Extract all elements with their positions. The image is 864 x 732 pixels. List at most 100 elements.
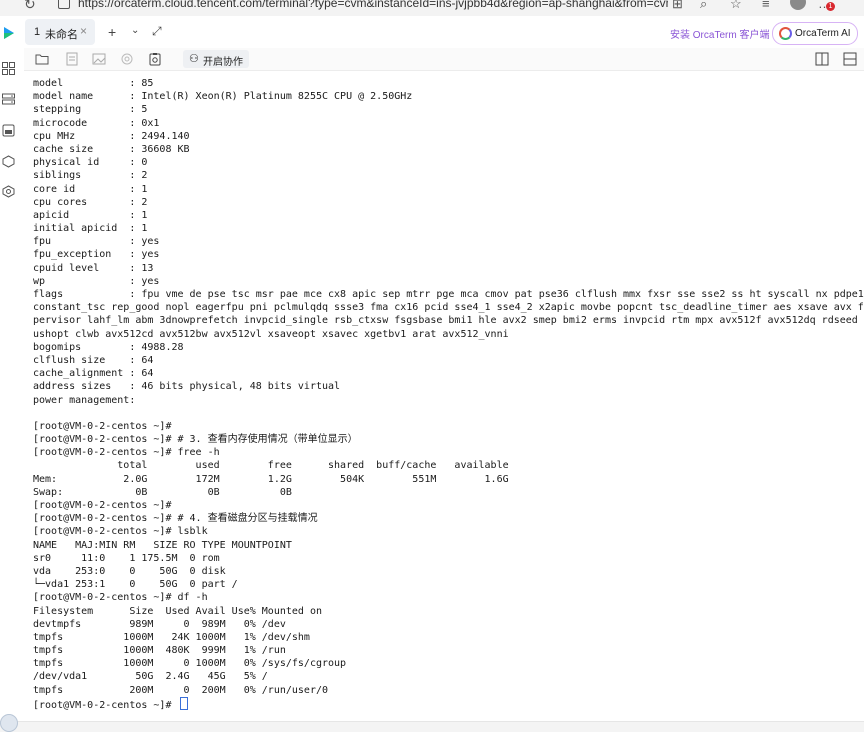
- terminal-line-text: fpu_exception : yes: [33, 249, 160, 261]
- terminal-line-text: /dev/vda1 50G 2.4G 45G 5% /: [33, 671, 268, 683]
- terminal-line-text: address sizes : 46 bits physical, 48 bit…: [33, 381, 341, 393]
- terminal-output[interactable]: model : 85 model name : Intel(R) Xeon(R) …: [24, 71, 864, 721]
- terminal-line-text: vda 253:0 0 50G 0 disk: [33, 565, 226, 577]
- close-icon[interactable]: ×: [80, 24, 87, 38]
- terminal-line: vda 253:0 0 50G 0 disk: [33, 565, 864, 578]
- folder-icon[interactable]: [35, 52, 49, 66]
- terminal-line: cpu cores : 2: [33, 196, 864, 209]
- chevron-down-icon[interactable]: ⌄: [131, 25, 139, 36]
- site-info-icon[interactable]: [58, 0, 70, 9]
- terminal-line-text: fpu : yes: [33, 236, 160, 248]
- terminal-line: devtmpfs 989M 0 989M 0% /dev: [33, 618, 864, 631]
- orcaterm-ai-button[interactable]: OrcaTerm AI: [772, 22, 858, 45]
- terminal-line-text: ushopt clwb avx512cd avx512bw avx512vl x…: [33, 328, 509, 340]
- terminal-line: bogomips : 4988.28: [33, 341, 864, 354]
- terminal-line: cpuid level : 13: [33, 262, 864, 275]
- terminal-line-text: NAME MAJ:MIN RM SIZE RO TYPE MOUNTPOINT: [33, 539, 292, 551]
- terminal-line: tmpfs 1000M 480K 999M 1% /run: [33, 644, 864, 657]
- document-icon[interactable]: [65, 52, 79, 66]
- tab-number: 1: [34, 26, 41, 38]
- tab-label: 未命名: [45, 29, 78, 41]
- terminal-toolbar: ⚇ 开启协作: [24, 48, 864, 71]
- terminal-line-text: bogomips : 4988.28: [33, 341, 184, 353]
- terminal-line: model : 85: [33, 77, 864, 90]
- profile-avatar[interactable]: [790, 0, 806, 10]
- terminal-line-text: └─vda1 253:1 0 50G 0 part /: [33, 579, 238, 591]
- terminal-line: Mem: 2.0G 172M 1.2G 504K 551M 1.6G: [33, 473, 864, 486]
- terminal-line: [root@VM-0-2-centos ~]# # 3. 查看内存使用情况（带单…: [33, 433, 864, 446]
- terminal-line: clflush size : 64: [33, 354, 864, 367]
- terminal-line: fpu_exception : yes: [33, 248, 864, 261]
- terminal-line-text: Filesystem Size Used Avail Use% Mounted …: [33, 605, 322, 617]
- terminal-line-text: tmpfs 1000M 24K 1000M 1% /dev/shm: [33, 631, 310, 643]
- terminal-line: [root@VM-0-2-centos ~]#: [33, 696, 864, 711]
- terminal-line-text: [root@VM-0-2-centos ~]# # 4. 查看磁盘分区与挂载情况: [33, 513, 318, 525]
- terminal-line: constant_tsc rep_good nopl eagerfpu pni …: [33, 301, 864, 314]
- url-text[interactable]: https://orcaterm.cloud.tencent.com/termi…: [78, 0, 668, 10]
- terminal-line-text: [root@VM-0-2-centos ~]#: [33, 699, 178, 711]
- favorites-list-icon[interactable]: ≡: [762, 0, 770, 11]
- add-tab-icon[interactable]: +: [108, 24, 116, 40]
- terminal-line-text: [root@VM-0-2-centos ~]# # 3. 查看内存使用情况（带单…: [33, 434, 358, 446]
- fullscreen-icon[interactable]: ⤢: [152, 24, 162, 39]
- terminal-line: physical id : 0: [33, 156, 864, 169]
- terminal-line-text: cpu MHz : 2494.140: [33, 130, 190, 142]
- image-icon[interactable]: [92, 52, 106, 66]
- terminal-line-text: [root@VM-0-2-centos ~]#: [33, 420, 172, 432]
- terminal-line-text: [root@VM-0-2-centos ~]# lsblk: [33, 526, 208, 538]
- settings-icon[interactable]: [120, 52, 134, 66]
- terminal-line: tmpfs 200M 0 200M 0% /run/user/0: [33, 684, 864, 697]
- terminal-line-text: Mem: 2.0G 172M 1.2G 504K 551M 1.6G: [33, 473, 509, 485]
- split-vertical-icon[interactable]: [815, 52, 829, 66]
- terminal-line: tmpfs 1000M 0 1000M 0% /sys/fs/cgroup: [33, 657, 864, 670]
- clipboard-history-icon[interactable]: [148, 52, 162, 66]
- user-add-icon: ⚇: [189, 53, 199, 65]
- apps-grid-icon[interactable]: [2, 62, 15, 75]
- terminal-line-text: initial apicid : 1: [33, 223, 148, 235]
- snippets-icon[interactable]: [2, 185, 15, 198]
- favorite-star-icon[interactable]: ☆: [730, 0, 742, 12]
- terminal-line: Swap: 0B 0B 0B: [33, 486, 864, 499]
- terminal-line-text: microcode : 0x1: [33, 117, 160, 129]
- terminal-line: address sizes : 46 bits physical, 48 bit…: [33, 380, 864, 393]
- split-horizontal-icon[interactable]: [843, 52, 857, 66]
- terminal-line: wp : yes: [33, 275, 864, 288]
- cloud-icon[interactable]: [2, 155, 15, 168]
- terminal-line: pervisor lahf_lm abm 3dnowprefetch invpc…: [33, 314, 864, 327]
- terminal-line-text: stepping : 5: [33, 104, 148, 116]
- terminal-line: fpu : yes: [33, 235, 864, 248]
- assistant-bubble-icon[interactable]: [0, 714, 18, 732]
- terminal-line-text: [root@VM-0-2-centos ~]# free -h: [33, 447, 220, 459]
- terminal-line-text: tmpfs 1000M 480K 999M 1% /run: [33, 645, 286, 657]
- orcaterm-logo-icon: [4, 27, 14, 39]
- terminal-line: [root@VM-0-2-centos ~]#: [33, 420, 864, 433]
- terminal-line-text: [root@VM-0-2-centos ~]#: [33, 500, 172, 511]
- terminal-line-text: cpuid level : 13: [33, 262, 154, 274]
- terminal-line: [root@VM-0-2-centos ~]# df -h: [33, 591, 864, 604]
- ai-logo-icon: [779, 27, 792, 40]
- tab-terminal-1[interactable]: 1 未命名 ×: [25, 19, 95, 45]
- reload-icon[interactable]: ↻: [24, 0, 36, 13]
- terminal-line: cache_alignment : 64: [33, 367, 864, 380]
- terminal-text: model : 85 model name : Intel(R) Xeon(R) …: [33, 77, 864, 711]
- terminal-line-text: total used free shared buff/cache availa…: [33, 460, 509, 472]
- terminal-line: [root@VM-0-2-centos ~]#: [33, 499, 864, 512]
- terminal-line-text: devtmpfs 989M 0 989M 0% /dev: [33, 618, 286, 630]
- terminal-line: [root@VM-0-2-centos ~]# free -h: [33, 446, 864, 459]
- terminal-line: flags : fpu vme de pse tsc msr pae mce c…: [33, 288, 864, 301]
- terminal-line-text: core id : 1: [33, 183, 148, 195]
- collaboration-button[interactable]: ⚇ 开启协作: [183, 50, 249, 68]
- server-list-icon[interactable]: [2, 93, 15, 106]
- terminal-line-text: [root@VM-0-2-centos ~]# df -h: [33, 592, 208, 604]
- file-manager-icon[interactable]: [2, 124, 15, 137]
- terminal-line-text: constant_tsc rep_good nopl eagerfpu pni …: [33, 302, 864, 314]
- terminal-line: sr0 11:0 1 175.5M 0 rom: [33, 552, 864, 565]
- zoom-icon[interactable]: ⌕: [700, 0, 707, 12]
- terminal-line-text: model : 85: [33, 78, 154, 89]
- install-client-link[interactable]: 安装 OrcaTerm 客户端: [670, 26, 769, 41]
- terminal-line-text: Swap: 0B 0B 0B: [33, 486, 292, 498]
- terminal-line-text: cache_alignment : 64: [33, 368, 154, 380]
- terminal-line: stepping : 5: [33, 103, 864, 116]
- split-screen-icon[interactable]: ⊞: [672, 0, 683, 12]
